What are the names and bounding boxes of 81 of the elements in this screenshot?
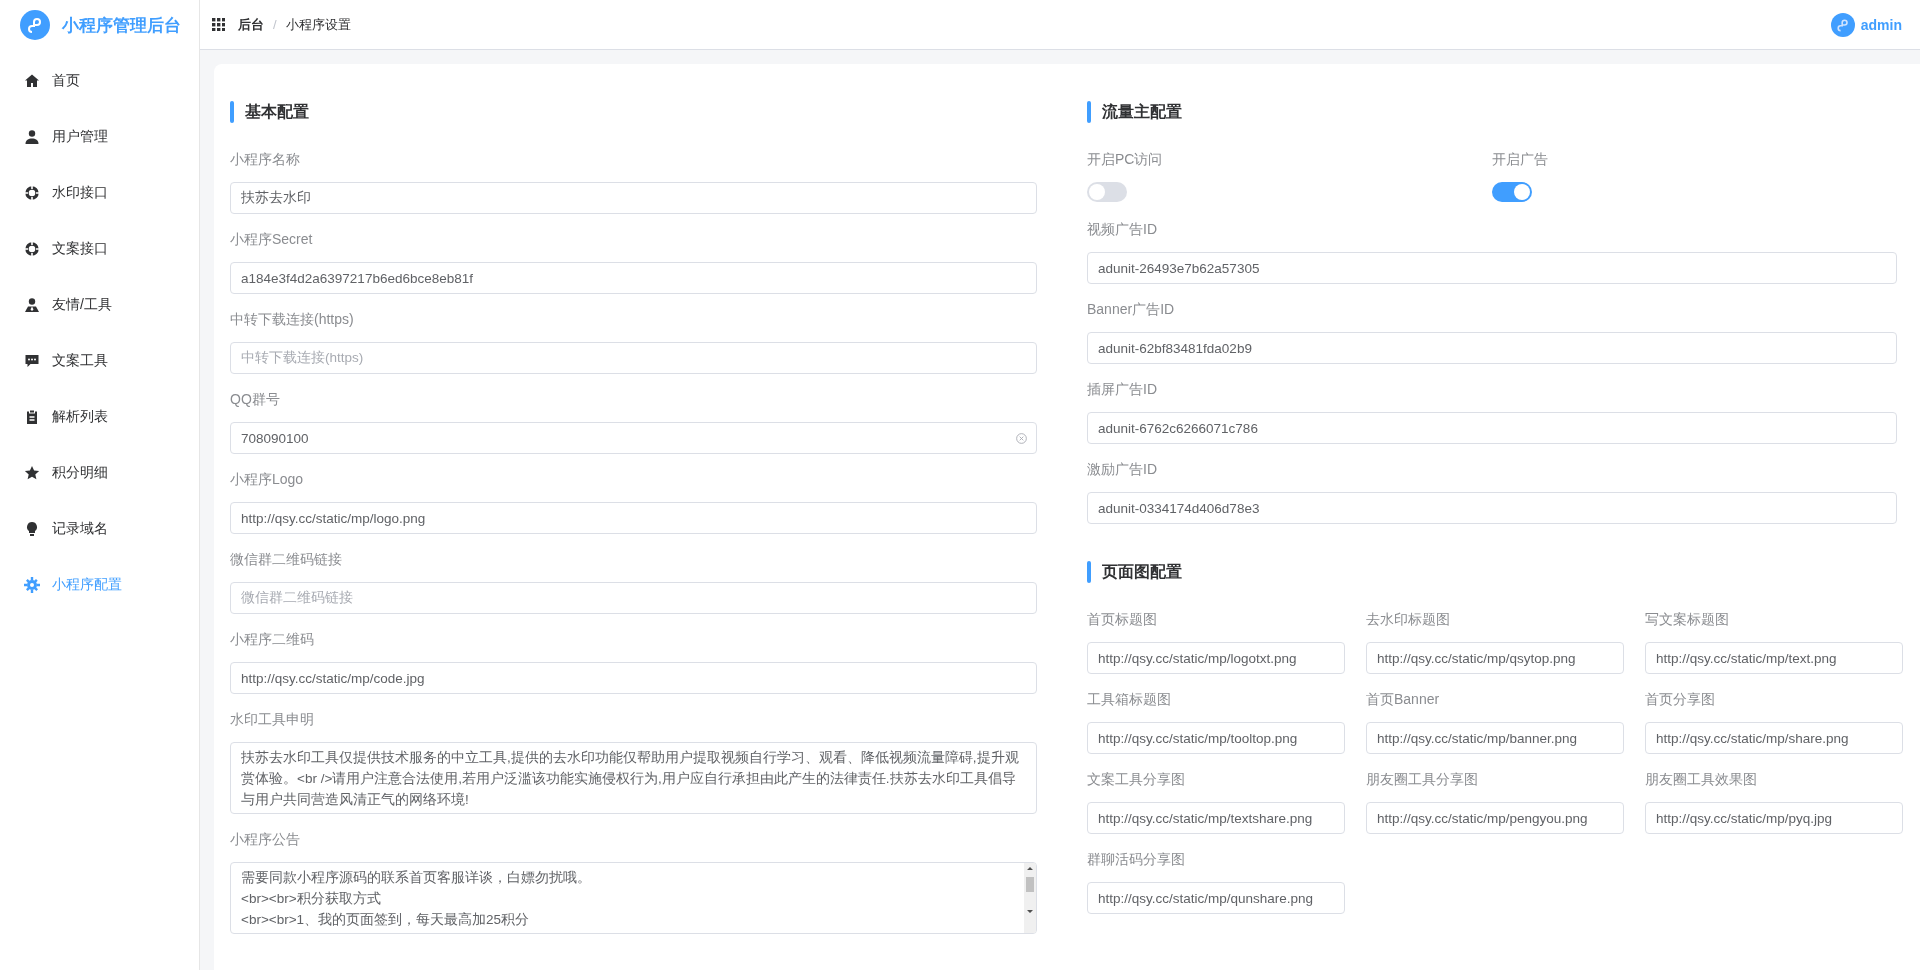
clear-icon[interactable] <box>1016 433 1027 444</box>
input-field[interactable]: http://qsy.cc/static/mp/pengyou.png <box>1366 802 1624 834</box>
input-field[interactable]: adunit-26493e7b62a57305 <box>1087 252 1897 284</box>
section-accent-bar <box>1087 561 1091 583</box>
section-title: 流量主配置 <box>1102 101 1182 122</box>
settings-icon <box>24 577 40 593</box>
field-label: 群聊活码分享图 <box>1087 850 1186 868</box>
input-field[interactable]: http://qsy.cc/static/mp/tooltop.png <box>1087 722 1345 754</box>
input-field[interactable]: http://qsy.cc/static/mp/pyq.jpg <box>1645 802 1903 834</box>
input-field[interactable]: a184e3f4d2a6397217b6ed6bce8eb81f <box>230 262 1037 294</box>
section-title: 基本配置 <box>245 101 309 122</box>
breadcrumb-separator: / <box>273 17 277 32</box>
section-accent-bar <box>1087 101 1091 123</box>
sidebar-item[interactable]: 水印接口 <box>0 165 199 221</box>
input-field[interactable]: http://qsy.cc/static/mp/share.png <box>1645 722 1903 754</box>
input-field[interactable]: 708090100 <box>230 422 1037 454</box>
field-label: 文案工具分享图 <box>1087 770 1186 788</box>
ring-icon <box>24 185 40 201</box>
field-label: 插屏广告ID <box>1087 380 1158 398</box>
home-icon <box>24 73 40 89</box>
breadcrumb-item: 小程序设置 <box>285 15 351 34</box>
field-label: 首页Banner <box>1366 690 1441 708</box>
input-field[interactable]: http://qsy.cc/static/mp/qunshare.png <box>1087 882 1345 914</box>
toggle-switch[interactable] <box>1087 182 1127 202</box>
input-field[interactable]: http://qsy.cc/static/mp/qsytop.png <box>1366 642 1624 674</box>
field-label: QQ群号 <box>230 390 281 408</box>
sidebar-item[interactable]: 友情/工具 <box>0 277 199 333</box>
logo-icon <box>20 10 50 40</box>
star-icon <box>24 465 40 481</box>
text-area[interactable]: 需要同款小程序源码的联系首页客服详谈，白嫖勿扰哦。 <br><br>积分获取方式 <br><br>1、我的页面签到，每天最高加25积分 <box>230 862 1037 934</box>
input-field[interactable]: http://qsy.cc/static/mp/text.png <box>1645 642 1903 674</box>
section-accent-bar <box>230 101 234 123</box>
grid-icon[interactable] <box>212 18 225 31</box>
field-label: 微信群二维码链接 <box>230 550 343 568</box>
input-field[interactable]: http://qsy.cc/static/mp/logotxt.png <box>1087 642 1345 674</box>
field-label: 开启广告 <box>1492 150 1549 168</box>
clipboard-icon <box>24 409 40 425</box>
field-label: 小程序名称 <box>230 150 301 168</box>
toggle-switch[interactable] <box>1492 182 1532 202</box>
field-label: 视频广告ID <box>1087 220 1158 238</box>
input-field[interactable]: adunit-6762c6266071c786 <box>1087 412 1897 444</box>
field-label: 首页分享图 <box>1645 690 1716 708</box>
input-field[interactable]: http://qsy.cc/static/mp/logo.png <box>230 502 1037 534</box>
app-title: 小程序管理后台 <box>62 14 181 37</box>
field-label: 工具箱标题图 <box>1087 690 1172 708</box>
sidebar-item[interactable]: 解析列表 <box>0 389 199 445</box>
sidebar-item[interactable]: 用户管理 <box>0 109 199 165</box>
section-title: 页面图配置 <box>1102 561 1182 582</box>
sidebar-item[interactable]: 记录域名 <box>0 501 199 557</box>
field-label: 朋友圈工具效果图 <box>1645 770 1758 788</box>
avatar-icon[interactable] <box>1830 12 1855 37</box>
field-label: 小程序二维码 <box>230 630 315 648</box>
sidebar-item[interactable]: 积分明细 <box>0 445 199 501</box>
input-field[interactable]: http://qsy.cc/static/mp/code.jpg <box>230 662 1037 694</box>
bulb-icon <box>24 521 40 537</box>
sidebar-item[interactable]: 首页 <box>0 53 199 109</box>
input-field[interactable]: adunit-0334174d406d78e3 <box>1087 492 1897 524</box>
chat-bubble-icon <box>24 353 40 369</box>
ring-icon <box>24 241 40 257</box>
input-field[interactable]: http://qsy.cc/static/mp/banner.png <box>1366 722 1624 754</box>
field-label: 激励广告ID <box>1087 460 1158 478</box>
input-field[interactable]: adunit-62bf83481fda02b9 <box>1087 332 1897 364</box>
field-label: 中转下载连接(https) <box>230 310 355 328</box>
field-label: 朋友圈工具分享图 <box>1366 770 1479 788</box>
text-area[interactable]: 扶苏去水印工具仅提供技术服务的中立工具,提供的去水印功能仅帮助用户提取视频自行学习、观看、降低视频流量障碍,提升观赏体验。<br />请用户注意合法使用,若用户泛滥该功能实施侵权行为,用户应自行承担由此产生的法律责任.扶苏去水印工具倡导与用户共同营造风清正气的网络环境! <box>230 742 1037 814</box>
field-label: 去水印标题图 <box>1366 610 1451 628</box>
user-icon <box>24 297 40 313</box>
field-label: 小程序公告 <box>230 830 301 848</box>
sidebar-item[interactable]: 文案工具 <box>0 333 199 389</box>
field-label: 小程序Logo <box>230 470 305 488</box>
input-field[interactable]: http://qsy.cc/static/mp/textshare.png <box>1087 802 1345 834</box>
field-label: 开启PC访问 <box>1087 150 1164 168</box>
field-label: 水印工具申明 <box>230 710 315 728</box>
field-label: 写文案标题图 <box>1645 610 1730 628</box>
breadcrumb-item[interactable]: 后台 <box>238 15 264 34</box>
field-label: 小程序Secret <box>230 230 314 248</box>
user-icon <box>24 129 40 145</box>
field-label: Banner广告ID <box>1087 300 1176 318</box>
input-field[interactable]: 扶苏去水印 <box>230 182 1037 214</box>
sidebar-item[interactable]: 文案接口 <box>0 221 199 277</box>
field-label: 首页标题图 <box>1087 610 1158 628</box>
